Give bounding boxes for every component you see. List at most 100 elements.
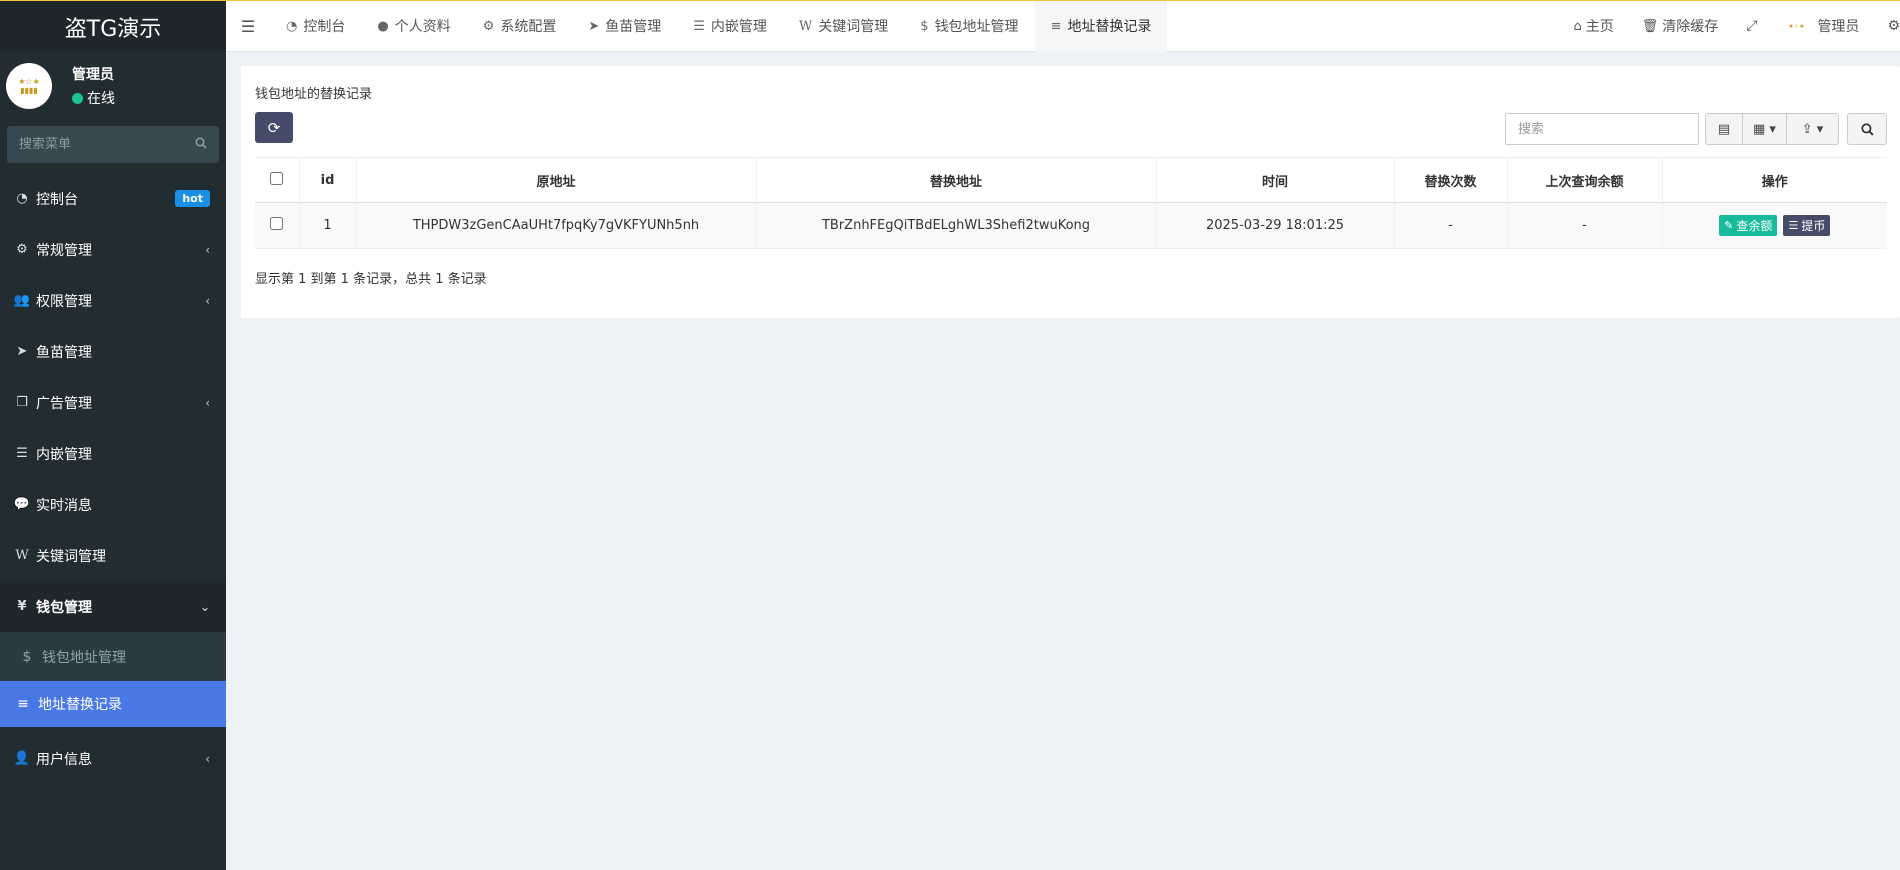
dollar-icon: $	[920, 18, 929, 34]
withdraw-button[interactable]: ☰ 提币	[1783, 215, 1831, 236]
export-icon: ⇪ ▾	[1801, 121, 1824, 137]
withdraw-label: 提币	[1801, 219, 1826, 233]
sidebar-item-fish[interactable]: ➤ 鱼苗管理	[0, 326, 226, 377]
clear-cache-button[interactable]: 🗑 清除缓存	[1628, 16, 1733, 36]
align-left-icon: ≡	[17, 696, 29, 712]
refresh-icon: ⟳	[267, 118, 281, 137]
panel-title: 钱包地址的替换记录	[255, 87, 373, 102]
brand-title: 盗TG演示	[64, 16, 162, 42]
cogs-icon: ⚙	[16, 242, 28, 257]
sidebar-item-label: 常规管理	[36, 242, 92, 259]
sidebar-item-label: 内嵌管理	[36, 446, 92, 463]
tab-label: 系统配置	[500, 19, 557, 35]
users-icon: 👥	[13, 293, 31, 308]
toggle-view-button[interactable]: ▤	[1705, 113, 1743, 145]
tab-label: 个人资料	[394, 19, 451, 35]
tab-wallet-address[interactable]: $ 钱包地址管理	[904, 1, 1034, 52]
tab-embed[interactable]: ☰ 内嵌管理	[677, 1, 783, 52]
row-select-cell	[255, 202, 300, 249]
tab-fish[interactable]: ➤ 鱼苗管理	[572, 1, 677, 52]
search-icon	[1860, 122, 1874, 136]
tab-label: 鱼苗管理	[605, 19, 662, 35]
tab-label: 内嵌管理	[710, 19, 767, 35]
wallet-submenu: $ 钱包地址管理 ≡ 地址替换记录	[0, 632, 226, 727]
cog-icon: ⚙	[482, 18, 495, 34]
chevron-left-icon: ‹	[205, 751, 210, 766]
telegram-icon: ➤	[588, 18, 600, 34]
table-search-input[interactable]	[1505, 113, 1699, 145]
refresh-button[interactable]: ⟳	[255, 112, 293, 143]
pagination-info: 显示第 1 到第 1 条记录，总共 1 条记录	[255, 272, 487, 287]
column-header-operation: 操作	[1662, 157, 1887, 203]
bars-icon: ☰	[16, 446, 28, 461]
column-header-time[interactable]: 时间	[1156, 157, 1395, 203]
sidebar: 盗TG演示 ★☆★▮▮▮▮ 管理员 在线 ◔ 控制台 hot ⚙ 常规管理 ‹ …	[0, 0, 226, 870]
advanced-search-button[interactable]	[1847, 113, 1887, 145]
tab-label: 关键词管理	[818, 19, 889, 35]
menu-toggle-icon[interactable]: ☰	[226, 1, 270, 52]
sidebar-item-general[interactable]: ⚙ 常规管理 ‹	[0, 224, 226, 275]
cell-time: 2025-03-29 18:01:25	[1156, 202, 1395, 249]
sidebar-item-label: 广告管理	[36, 395, 92, 412]
tab-profile[interactable]: ● 个人资料	[361, 1, 466, 52]
tab-address-replace[interactable]: ≡ 地址替换记录	[1034, 0, 1168, 52]
select-all-cell	[255, 157, 300, 203]
column-header-count[interactable]: 替换次数	[1394, 157, 1508, 203]
telegram-icon: ➤	[16, 344, 28, 359]
sidebar-search-input[interactable]	[19, 137, 195, 152]
select-all-checkbox[interactable]	[270, 171, 284, 185]
sidebar-item-permission[interactable]: 👥 权限管理 ‹	[0, 275, 226, 326]
sidebar-item-label: 钱包管理	[36, 599, 92, 616]
table-header-row: id 原地址 替换地址 时间 替换次数 上次查询余额 操作	[255, 157, 1887, 203]
cell-id: 1	[299, 202, 357, 249]
search-icon[interactable]	[195, 136, 207, 153]
tab-system-config[interactable]: ⚙ 系统配置	[467, 1, 573, 52]
columns-button[interactable]: ▦ ▾	[1743, 113, 1787, 145]
sidebar-item-embed[interactable]: ☰ 内嵌管理	[0, 428, 226, 479]
admin-label: 管理员	[1817, 19, 1860, 35]
sidebar-item-label: 用户信息	[36, 751, 92, 768]
export-button[interactable]: ⇪ ▾	[1787, 113, 1839, 145]
column-header-original[interactable]: 原地址	[356, 157, 757, 203]
user-icon: 👤	[13, 751, 31, 766]
chevron-left-icon: ‹	[205, 395, 210, 410]
brand-logo[interactable]: 盗TG演示	[0, 0, 226, 52]
fullscreen-button[interactable]: ⤢	[1732, 18, 1771, 34]
tab-dashboard[interactable]: ◔ 控制台	[270, 1, 361, 52]
tab-keywords[interactable]: W 关键词管理	[783, 1, 904, 52]
top-navbar: ☰ ◔ 控制台 ● 个人资料 ⚙ 系统配置 ➤ 鱼苗管理 ☰ 内嵌管理 W 关键词管理 $ 钱…	[226, 0, 1900, 52]
sidebar-item-keywords[interactable]: W 关键词管理	[0, 530, 226, 581]
column-header-replacement[interactable]: 替换地址	[756, 157, 1157, 203]
sidebar-item-address-replace[interactable]: ≡ 地址替换记录	[0, 681, 226, 727]
user-panel: ★☆★ ▮▮▮▮ 管理员 在线	[0, 52, 226, 120]
chevron-left-icon: ‹	[205, 293, 210, 308]
tab-label: 地址替换记录	[1067, 19, 1152, 35]
settings-button[interactable]: ⚙	[1873, 18, 1900, 34]
admin-menu[interactable]: ★☆★ 管理员	[1771, 16, 1873, 36]
sidebar-item-ads[interactable]: ❐ 广告管理 ‹	[0, 377, 226, 428]
row-checkbox[interactable]	[270, 217, 284, 230]
admin-avatar: ★☆★	[1788, 22, 1805, 30]
sidebar-item-dashboard[interactable]: ◔ 控制台 hot	[0, 173, 226, 224]
content-panel: 钱包地址的替换记录 ⟳ ▤ ▦ ▾ ⇪ ▾ id 原地址 替换地址 时间 替换次…	[241, 66, 1900, 318]
user-status: 在线	[72, 88, 115, 108]
home-icon: ⌂	[1573, 18, 1582, 34]
sidebar-item-label: 鱼苗管理	[36, 344, 92, 361]
records-table: id 原地址 替换地址 时间 替换次数 上次查询余额 操作 1 THPDW3zG…	[255, 157, 1887, 249]
check-balance-button[interactable]: ✎ 查余额	[1719, 215, 1778, 236]
sidebar-item-wallet-address[interactable]: $ 钱包地址管理	[0, 632, 226, 681]
sidebar-item-messages[interactable]: 💬 实时消息	[0, 479, 226, 530]
tab-label: 控制台	[303, 19, 346, 35]
expand-icon: ⤢	[1746, 18, 1758, 34]
sidebar-item-userinfo[interactable]: 👤 用户信息 ‹	[0, 733, 226, 784]
table-toolbar: ▤ ▦ ▾ ⇪ ▾	[1705, 113, 1839, 145]
sidebar-item-wallet[interactable]: ¥ 钱包管理 ⌄	[0, 581, 226, 632]
sidebar-item-label: 钱包地址管理	[42, 649, 126, 666]
user-name: 管理员	[72, 67, 114, 83]
top-right-tools: ⌂ 主页 🗑 清除缓存 ⤢ ★☆★ 管理员 ⚙	[1559, 1, 1900, 52]
sidebar-item-label: 地址替换记录	[38, 697, 122, 713]
column-header-balance[interactable]: 上次查询余额	[1507, 157, 1663, 203]
column-header-id[interactable]: id	[299, 157, 357, 203]
home-link[interactable]: ⌂ 主页	[1559, 16, 1627, 36]
sidebar-item-label: 控制台	[36, 191, 78, 208]
